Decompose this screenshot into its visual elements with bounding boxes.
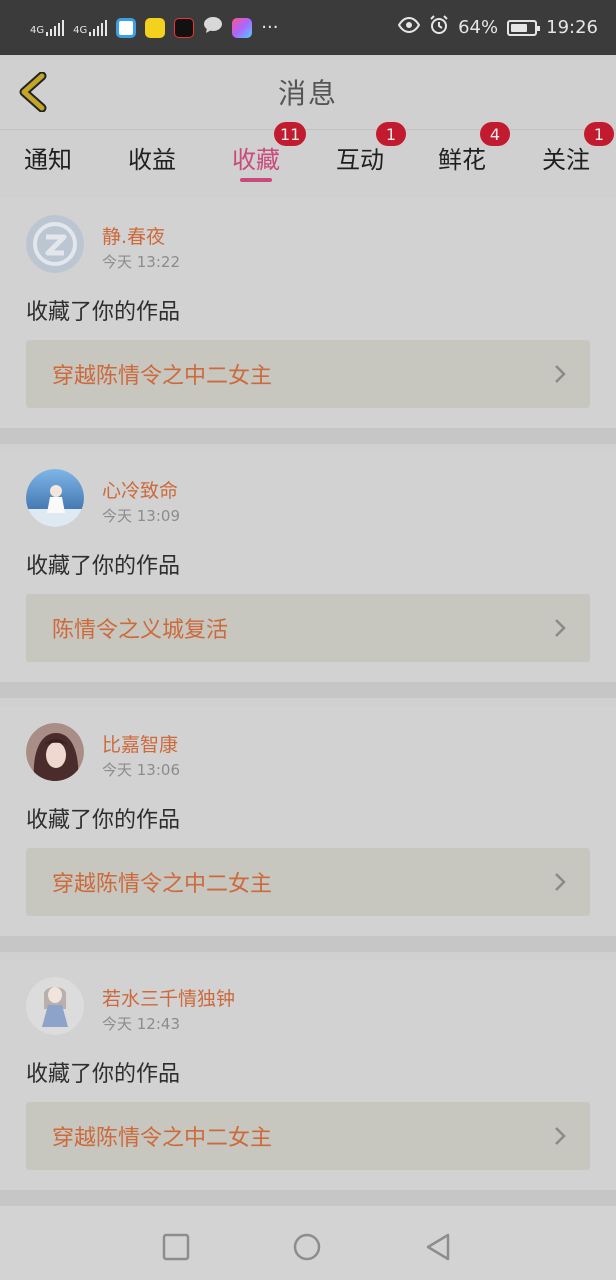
active-tab-indicator [240,178,272,182]
avatar[interactable] [26,723,84,781]
tab-earnings[interactable]: 收益 [128,130,176,185]
chevron-right-icon [555,619,566,637]
signal-icon-2: 4G [73,19,108,36]
alarm-icon [429,15,449,40]
back-nav-button[interactable] [424,1233,452,1261]
tab-label: 鲜花 [438,146,486,174]
app-notification-icon [145,17,166,38]
action-text: 收藏了你的作品 [26,300,181,325]
action-text: 收藏了你的作品 [26,554,181,579]
tab-interactions[interactable]: 互动 1 [336,122,406,185]
work-link[interactable]: 穿越陈情令之中二女主 [26,1102,590,1170]
action-text: 收藏了你的作品 [26,808,181,833]
tab-notifications[interactable]: 通知 [24,130,72,185]
network-type-1: 4G [30,24,45,36]
more-notifications: ··· [261,17,279,38]
work-title: 陈情令之义城复活 [52,618,229,643]
work-title: 穿越陈情令之中二女主 [52,364,273,389]
system-nav-bar [0,1206,616,1280]
header: 消息 [0,55,616,130]
badge-interactions: 1 [376,122,406,146]
back-button[interactable] [14,71,54,113]
eye-icon [397,16,421,38]
tiktok-icon [174,17,195,38]
tab-label: 通知 [24,146,72,174]
message-time: 今天 13:22 [102,253,180,271]
user-name[interactable]: 若水三千情独钟 [102,984,235,1011]
battery-icon [507,19,541,36]
message-card: 心冷致命 今天 13:09 收藏了你的作品 陈情令之义城复活 [0,452,616,682]
status-time: 19:26 [546,17,598,38]
divider [0,936,616,952]
message-time: 今天 13:09 [102,507,180,525]
tab-favorites[interactable]: 收藏 11 [232,122,307,185]
tab-bar: 通知 收益 收藏 11 互动 1 鲜花 4 关注 1 [0,122,616,185]
divider [0,682,616,698]
page-title: 消息 [277,77,338,110]
work-link[interactable]: 穿越陈情令之中二女主 [26,848,590,916]
badge-flowers: 4 [480,122,510,146]
avatar[interactable] [26,977,84,1035]
user-name[interactable]: 比嘉智康 [102,730,178,757]
avatar[interactable] [26,469,84,527]
user-name[interactable]: 心冷致命 [102,476,178,503]
signal-icon: 4G [30,19,65,36]
status-right: 64% 19:26 [397,15,598,40]
avatar[interactable] [26,215,84,273]
tab-label: 收藏 [232,146,280,174]
user-name[interactable]: 静.春夜 [102,222,165,249]
chevron-left-icon [19,71,47,113]
divider [0,428,616,444]
status-bar: 4G 4G ··· 64% 19:26 [0,0,616,55]
home-button[interactable] [293,1233,321,1261]
tab-label: 关注 [542,146,590,174]
badge-follows: 1 [584,122,614,146]
tab-flowers[interactable]: 鲜花 4 [438,122,510,185]
work-title: 穿越陈情令之中二女主 [52,872,273,897]
recents-button[interactable] [162,1233,190,1261]
chevron-right-icon [555,873,566,891]
message-time: 今天 13:06 [102,761,180,779]
app-notification-icon [232,17,253,38]
work-link[interactable]: 穿越陈情令之中二女主 [26,340,590,408]
message-card: 若水三千情独钟 今天 12:43 收藏了你的作品 穿越陈情令之中二女主 [0,960,616,1190]
message-time: 今天 12:43 [102,1015,180,1033]
tab-follows[interactable]: 关注 1 [542,122,614,185]
app-notification-icon [116,17,137,38]
tab-label: 收益 [128,146,176,174]
battery-percent: 64% [458,17,499,38]
message-card: 静.春夜 今天 13:22 收藏了你的作品 穿越陈情令之中二女主 [0,198,616,428]
chevron-right-icon [555,365,566,383]
status-left: 4G 4G ··· [30,16,278,39]
message-card: 比嘉智康 今天 13:06 收藏了你的作品 穿越陈情令之中二女主 [0,706,616,936]
work-link[interactable]: 陈情令之义城复活 [26,594,590,662]
chat-icon [203,16,223,39]
divider [0,1190,616,1206]
work-title: 穿越陈情令之中二女主 [52,1126,273,1151]
network-type-2: 4G [73,24,88,36]
badge-favorites: 11 [274,122,307,146]
action-text: 收藏了你的作品 [26,1062,181,1087]
chevron-right-icon [555,1127,566,1145]
